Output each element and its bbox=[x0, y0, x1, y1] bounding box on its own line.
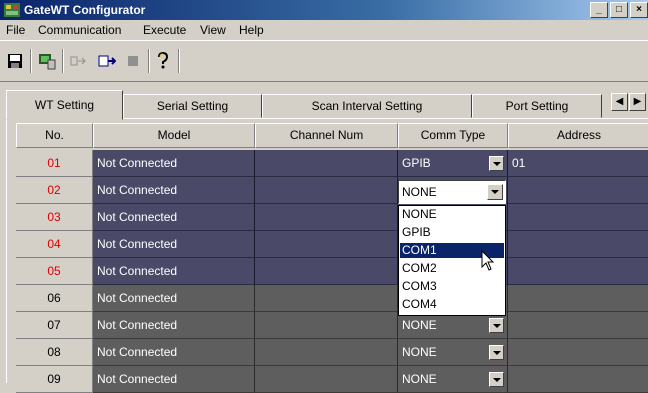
stop-icon[interactable] bbox=[122, 50, 144, 72]
channel-num-cell[interactable] bbox=[255, 312, 398, 339]
header-comm-type: Comm Type bbox=[398, 123, 508, 148]
address-cell[interactable] bbox=[508, 312, 648, 339]
model-cell[interactable]: Not Connected bbox=[93, 177, 255, 204]
help-icon[interactable] bbox=[152, 50, 174, 72]
comm-type-cell[interactable]: NONE bbox=[398, 366, 508, 393]
model-cell[interactable]: Not Connected bbox=[93, 204, 255, 231]
address-cell[interactable] bbox=[508, 339, 648, 366]
comm-type-cell[interactable]: GPIB bbox=[398, 150, 508, 177]
channel-num-cell[interactable] bbox=[255, 285, 398, 312]
header-model: Model bbox=[93, 123, 255, 148]
dropdown-arrow-icon[interactable] bbox=[487, 184, 503, 200]
menu-bar: File Communication Execute View Help bbox=[0, 20, 648, 40]
maximize-button[interactable]: □ bbox=[610, 2, 628, 18]
menu-communication[interactable]: Communication bbox=[38, 23, 121, 37]
row-number: 02 bbox=[16, 177, 93, 204]
mouse-pointer-icon bbox=[481, 250, 495, 271]
header-no: No. bbox=[16, 123, 93, 148]
comm-type-cell[interactable]: NONE bbox=[398, 339, 508, 366]
row-number: 06 bbox=[16, 285, 93, 312]
toolbar bbox=[0, 40, 648, 82]
channel-num-cell[interactable] bbox=[255, 204, 398, 231]
dropdown-arrow-icon[interactable] bbox=[489, 345, 504, 360]
comm-type-current-value: NONE bbox=[402, 185, 437, 199]
app-icon bbox=[4, 3, 20, 17]
comm-type-combo-open[interactable]: NONE bbox=[398, 180, 506, 204]
row-number: 07 bbox=[16, 312, 93, 339]
channel-num-cell[interactable] bbox=[255, 150, 398, 177]
row-number: 04 bbox=[16, 231, 93, 258]
dropdown-arrow-icon[interactable] bbox=[489, 156, 504, 171]
tab-port-setting[interactable]: Port Setting bbox=[472, 94, 602, 118]
row-number: 09 bbox=[16, 366, 93, 393]
row-number: 03 bbox=[16, 204, 93, 231]
address-cell[interactable]: 01 bbox=[508, 150, 648, 177]
tab-scroll-right-icon[interactable]: ▶ bbox=[629, 93, 646, 111]
address-cell[interactable] bbox=[508, 204, 648, 231]
comm-type-value: NONE bbox=[402, 318, 437, 332]
model-cell[interactable]: Not Connected bbox=[93, 285, 255, 312]
dropdown-arrow-icon[interactable] bbox=[489, 372, 504, 387]
channel-num-cell[interactable] bbox=[255, 177, 398, 204]
tab-wt-setting[interactable]: WT Setting bbox=[6, 90, 123, 120]
comm-type-value: NONE bbox=[402, 372, 437, 386]
comm-type-value: GPIB bbox=[402, 156, 431, 170]
address-cell[interactable] bbox=[508, 285, 648, 312]
minimize-button[interactable]: _ bbox=[590, 2, 608, 18]
connect-icon[interactable] bbox=[36, 50, 58, 72]
transfer-icon[interactable] bbox=[68, 50, 90, 72]
model-cell[interactable]: Not Connected bbox=[93, 231, 255, 258]
model-cell[interactable]: Not Connected bbox=[93, 339, 255, 366]
address-cell[interactable] bbox=[508, 177, 648, 204]
dropdown-arrow-icon[interactable] bbox=[489, 318, 504, 333]
menu-execute[interactable]: Execute bbox=[143, 23, 186, 37]
title-bar[interactable]: GateWT Configurator _ □ × bbox=[0, 0, 648, 20]
window-title: GateWT Configurator bbox=[24, 3, 146, 17]
option-none[interactable]: NONE bbox=[400, 207, 504, 222]
option-gpib[interactable]: GPIB bbox=[400, 225, 504, 240]
row-number: 08 bbox=[16, 339, 93, 366]
comm-type-cell[interactable]: NONE bbox=[398, 312, 508, 339]
channel-num-cell[interactable] bbox=[255, 366, 398, 393]
row-number: 01 bbox=[16, 150, 93, 177]
channel-num-cell[interactable] bbox=[255, 339, 398, 366]
menu-view[interactable]: View bbox=[200, 23, 226, 37]
tab-scroll-left-icon[interactable]: ◀ bbox=[611, 93, 628, 111]
model-cell[interactable]: Not Connected bbox=[93, 150, 255, 177]
header-address: Address bbox=[508, 123, 648, 148]
model-cell[interactable]: Not Connected bbox=[93, 312, 255, 339]
close-button[interactable]: × bbox=[630, 2, 648, 18]
channel-num-cell[interactable] bbox=[255, 231, 398, 258]
comm-type-value: NONE bbox=[402, 345, 437, 359]
address-cell[interactable] bbox=[508, 231, 648, 258]
address-cell[interactable] bbox=[508, 366, 648, 393]
model-cell[interactable]: Not Connected bbox=[93, 366, 255, 393]
address-cell[interactable] bbox=[508, 258, 648, 285]
save-icon[interactable] bbox=[4, 50, 26, 72]
tab-serial-setting[interactable]: Serial Setting bbox=[123, 94, 262, 118]
header-channel-num: Channel Num bbox=[255, 123, 398, 148]
tab-scan-interval-setting[interactable]: Scan Interval Setting bbox=[262, 94, 472, 118]
menu-file[interactable]: File bbox=[6, 23, 25, 37]
option-com4[interactable]: COM4 bbox=[400, 297, 504, 312]
row-number: 05 bbox=[16, 258, 93, 285]
option-com3[interactable]: COM3 bbox=[400, 279, 504, 294]
channel-num-cell[interactable] bbox=[255, 258, 398, 285]
menu-help[interactable]: Help bbox=[239, 23, 264, 37]
run-icon[interactable] bbox=[96, 50, 118, 72]
model-cell[interactable]: Not Connected bbox=[93, 258, 255, 285]
